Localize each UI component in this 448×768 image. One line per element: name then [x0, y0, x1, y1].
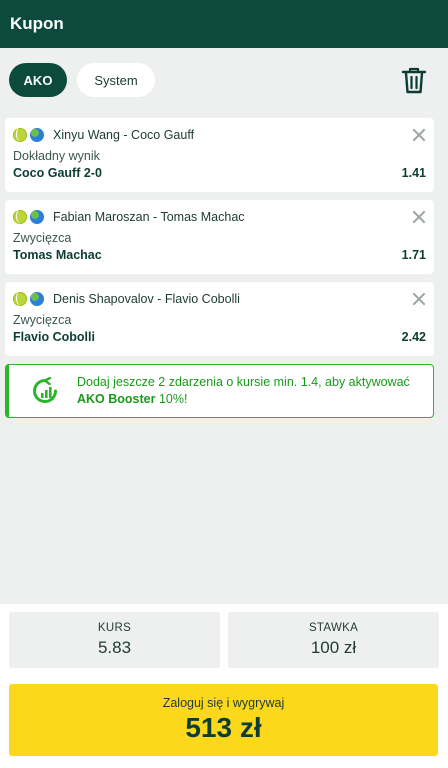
- stake-label: STAWKA: [308, 622, 359, 634]
- stake-tile[interactable]: STAWKA 100 zł: [228, 612, 439, 668]
- booster-text-after: 10%!: [155, 392, 188, 406]
- bet-item: Fabian Maroszan - Tomas Machac Zwycięzca…: [5, 200, 434, 274]
- bet-market: Zwycięzca: [13, 231, 72, 245]
- booster-highlight: AKO Booster: [77, 392, 156, 406]
- cta-label: Zaloguj się i wygrywaj: [162, 696, 285, 710]
- bet-pick: Coco Gauff 2-0: [13, 166, 102, 180]
- bet-item: Xinyu Wang - Coco Gauff Dokładny wynik C…: [5, 118, 434, 192]
- booster-icon: [33, 377, 57, 403]
- ako-booster-banner: Dodaj jeszcze 2 zdarzenia o kursie min. …: [5, 364, 434, 418]
- stake-value[interactable]: 100 zł: [311, 638, 356, 658]
- odds-label: KURS: [97, 622, 132, 634]
- app-header: Kupon: [0, 0, 448, 48]
- globe-icon: [30, 292, 44, 306]
- bet-odds: 1.41: [401, 166, 426, 180]
- close-icon[interactable]: [412, 292, 426, 306]
- tennis-ball-icon: [13, 126, 27, 142]
- globe-icon: [30, 128, 44, 142]
- trash-icon[interactable]: [400, 65, 428, 95]
- bet-pick: Tomas Machac: [13, 248, 102, 262]
- bet-mode-toolbar: AKO System: [0, 48, 448, 112]
- bet-summary: KURS 5.83 STAWKA 100 zł Zaloguj się i wy…: [0, 604, 448, 768]
- bet-item: Denis Shapovalov - Flavio Cobolli Zwycię…: [5, 282, 434, 356]
- tennis-ball-icon: [13, 290, 27, 306]
- booster-message: Dodaj jeszcze 2 zdarzenia o kursie min. …: [77, 374, 433, 408]
- login-and-win-button[interactable]: Zaloguj się i wygrywaj 513 zł: [9, 684, 438, 756]
- odds-tile: KURS 5.83: [9, 612, 220, 668]
- tennis-ball-icon: [13, 208, 27, 224]
- potential-win-amount: 513 zł: [185, 712, 262, 743]
- bet-event: Denis Shapovalov - Flavio Cobolli: [53, 292, 240, 306]
- bet-event: Fabian Maroszan - Tomas Machac: [53, 210, 245, 224]
- bet-pick: Flavio Cobolli: [13, 330, 95, 344]
- mode-system-button[interactable]: System: [77, 63, 155, 97]
- mode-ako-button[interactable]: AKO: [9, 63, 67, 97]
- odds-value: 5.83: [97, 638, 132, 657]
- bet-list: Xinyu Wang - Coco Gauff Dokładny wynik C…: [0, 112, 448, 356]
- globe-icon: [30, 210, 44, 224]
- close-icon[interactable]: [412, 128, 426, 142]
- bet-odds: 2.42: [401, 330, 426, 344]
- close-icon[interactable]: [412, 210, 426, 224]
- bet-event: Xinyu Wang - Coco Gauff: [53, 128, 195, 142]
- bet-market: Dokładny wynik: [13, 149, 100, 163]
- page-title: Kupon: [10, 14, 64, 33]
- booster-text-before: Dodaj jeszcze 2 zdarzenia o kursie min. …: [77, 375, 410, 389]
- bet-market: Zwycięzca: [13, 313, 72, 327]
- bet-odds: 1.71: [401, 248, 426, 262]
